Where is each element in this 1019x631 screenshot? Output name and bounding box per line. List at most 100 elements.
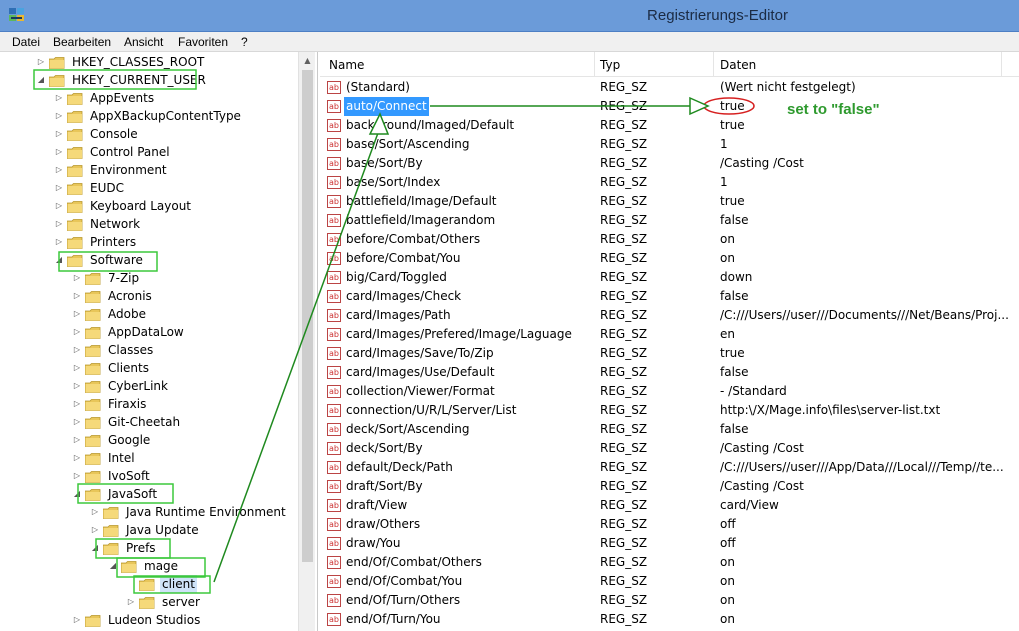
value-row[interactable]: ab card/Images/Prefered/Image/Laguage REG_… xyxy=(320,325,1019,344)
column-separator[interactable] xyxy=(1001,52,1002,77)
tree-item-label[interactable]: Clients xyxy=(106,359,151,377)
value-name[interactable]: base/Sort/By xyxy=(344,154,425,173)
tree-item-label[interactable]: Console xyxy=(88,125,140,143)
tree-scrollbar[interactable]: ▲ xyxy=(298,52,315,631)
expand-arrow-icon[interactable]: ▷ xyxy=(54,107,64,125)
value-row[interactable]: ab before/Combat/You REG_SZ on xyxy=(320,249,1019,268)
value-name[interactable]: base/Sort/Index xyxy=(344,173,442,192)
value-name[interactable]: base/Sort/Ascending xyxy=(344,135,472,154)
tree-item-label[interactable]: JavaSoft xyxy=(106,485,159,503)
tree-item-label[interactable]: Java Update xyxy=(124,521,201,539)
column-separator[interactable] xyxy=(713,52,714,77)
expand-arrow-icon[interactable]: ▷ xyxy=(54,179,64,197)
expand-arrow-icon[interactable]: ▷ xyxy=(54,215,64,233)
expand-arrow-icon[interactable]: ▷ xyxy=(72,449,82,467)
expand-arrow-icon[interactable]: ▷ xyxy=(54,197,64,215)
expand-arrow-icon[interactable]: ▷ xyxy=(90,521,100,539)
expand-arrow-icon[interactable]: ▷ xyxy=(54,233,64,251)
tree-item-label[interactable]: Firaxis xyxy=(106,395,148,413)
expand-arrow-icon[interactable]: ▷ xyxy=(54,143,64,161)
value-name[interactable]: card/Images/Prefered/Image/Laguage xyxy=(344,325,574,344)
value-name[interactable]: draft/View xyxy=(344,496,409,515)
value-name[interactable]: battlefield/Image/Default xyxy=(344,192,499,211)
value-name[interactable]: before/Combat/Others xyxy=(344,230,482,249)
value-row[interactable]: ab card/Images/Check REG_SZ false xyxy=(320,287,1019,306)
column-name[interactable]: Name xyxy=(326,58,364,72)
tree-item-label[interactable]: Acronis xyxy=(106,287,154,305)
value-name[interactable]: deck/Sort/By xyxy=(344,439,425,458)
tree-item-label[interactable]: Java Runtime Environment xyxy=(124,503,288,521)
menu-datei[interactable]: Datei xyxy=(12,35,40,49)
tree-item-label[interactable]: Classes xyxy=(106,341,155,359)
value-row[interactable]: ab big/Card/Toggled REG_SZ down xyxy=(320,268,1019,287)
value-name[interactable]: (Standard) xyxy=(344,78,412,97)
tree-item-label[interactable]: Environment xyxy=(88,161,169,179)
value-row[interactable]: ab auto/Connect REG_SZ true xyxy=(320,97,1019,116)
value-name[interactable]: deck/Sort/Ascending xyxy=(344,420,471,439)
expand-arrow-icon[interactable]: ▷ xyxy=(36,53,46,71)
value-row[interactable]: ab draft/Sort/By REG_SZ/Casting /Cost xyxy=(320,477,1019,496)
tree-item-label[interactable]: CyberLink xyxy=(106,377,170,395)
tree-item-label[interactable]: IvoSoft xyxy=(106,467,152,485)
value-row[interactable]: ab base/Sort/By REG_SZ/Casting /Cost xyxy=(320,154,1019,173)
value-name[interactable]: draft/Sort/By xyxy=(344,477,425,496)
expand-arrow-icon[interactable]: ▷ xyxy=(90,503,100,521)
collapse-arrow-icon[interactable]: ◢ xyxy=(54,251,64,269)
value-row[interactable]: ab card/Images/Save/To/Zip REG_SZ true xyxy=(320,344,1019,363)
tree-item-label[interactable]: AppEvents xyxy=(88,89,156,107)
value-row[interactable]: ab deck/Sort/Ascending REG_SZ false xyxy=(320,420,1019,439)
expand-arrow-icon[interactable]: ▷ xyxy=(72,323,82,341)
tree-item-label[interactable]: HKEY_CURRENT_USER xyxy=(70,71,208,89)
scrollbar-thumb[interactable] xyxy=(302,70,313,562)
value-name[interactable]: auto/Connect xyxy=(344,97,429,116)
column-data[interactable]: Daten xyxy=(717,58,756,72)
expand-arrow-icon[interactable]: ▷ xyxy=(72,341,82,359)
value-row[interactable]: ab base/Sort/Index REG_SZ 1 xyxy=(320,173,1019,192)
value-row[interactable]: ab card/Images/Use/Default REG_SZ false xyxy=(320,363,1019,382)
tree-item-label[interactable]: server xyxy=(160,593,202,611)
tree-item-label[interactable]: Adobe xyxy=(106,305,148,323)
expand-arrow-icon[interactable]: ▷ xyxy=(72,377,82,395)
column-separator[interactable] xyxy=(594,52,595,77)
collapse-arrow-icon[interactable]: ◢ xyxy=(90,539,100,557)
expand-arrow-icon[interactable]: ▷ xyxy=(72,359,82,377)
expand-arrow-icon[interactable]: ▷ xyxy=(72,305,82,323)
tree-item-label[interactable]: Ludeon Studios xyxy=(106,611,202,629)
expand-arrow-icon[interactable]: ▷ xyxy=(54,125,64,143)
value-row[interactable]: ab connection/U/R/L/Server/List REG_SZ http… xyxy=(320,401,1019,420)
expand-arrow-icon[interactable]: ▷ xyxy=(72,611,82,629)
expand-arrow-icon[interactable]: ▷ xyxy=(126,593,136,611)
value-name[interactable]: default/Deck/Path xyxy=(344,458,455,477)
value-row[interactable]: ab end/Of/Combat/You REG_SZ on xyxy=(320,572,1019,591)
value-row[interactable]: ab deck/Sort/By REG_SZ/Casting /Cost xyxy=(320,439,1019,458)
value-row[interactable]: ab base/Sort/Ascending REG_SZ 1 xyxy=(320,135,1019,154)
collapse-arrow-icon[interactable]: ◢ xyxy=(72,485,82,503)
menu-ansicht[interactable]: Ansicht xyxy=(124,35,163,49)
menu-bearbeiten[interactable]: Bearbeiten xyxy=(53,35,111,49)
expand-arrow-icon[interactable]: ▷ xyxy=(72,287,82,305)
registry-tree[interactable]: ▷ HKEY_CLASSES_ROOT ◢ HKEY_CURRENT_USER ▷ App… xyxy=(0,52,318,631)
value-name[interactable]: end/Of/Turn/You xyxy=(344,610,443,629)
value-row[interactable]: ab draft/View REG_SZ card/View xyxy=(320,496,1019,515)
value-name[interactable]: big/Card/Toggled xyxy=(344,268,449,287)
value-row[interactable]: ab end/Of/Combat/Others REG_SZ on xyxy=(320,553,1019,572)
value-name[interactable]: before/Combat/You xyxy=(344,249,462,268)
value-row[interactable]: ab draw/You REG_SZ off xyxy=(320,534,1019,553)
tree-item-label[interactable]: client xyxy=(160,575,197,593)
value-name[interactable]: draw/Others xyxy=(344,515,422,534)
expand-arrow-icon[interactable]: ▷ xyxy=(72,269,82,287)
tree-item-label[interactable]: Network xyxy=(88,215,142,233)
tree-item-label[interactable]: mage xyxy=(142,557,180,575)
tree-item-label[interactable]: EUDC xyxy=(88,179,126,197)
value-row[interactable]: ab card/Images/Path REG_SZ/C:///Users//use… xyxy=(320,306,1019,325)
value-row[interactable]: ab default/Deck/Path REG_SZ/C:///Users//us… xyxy=(320,458,1019,477)
scroll-up-arrow-icon[interactable]: ▲ xyxy=(299,52,316,69)
tree-item-label[interactable]: Google xyxy=(106,431,152,449)
expand-arrow-icon[interactable]: ▷ xyxy=(72,431,82,449)
tree-item-label[interactable]: Control Panel xyxy=(88,143,172,161)
expand-arrow-icon[interactable]: ▷ xyxy=(54,161,64,179)
expand-arrow-icon[interactable]: ▷ xyxy=(72,413,82,431)
expand-arrow-icon[interactable]: ▷ xyxy=(54,89,64,107)
value-row[interactable]: ab end/Of/Turn/You REG_SZ on xyxy=(320,610,1019,629)
value-name[interactable]: background/Imaged/Default xyxy=(344,116,516,135)
